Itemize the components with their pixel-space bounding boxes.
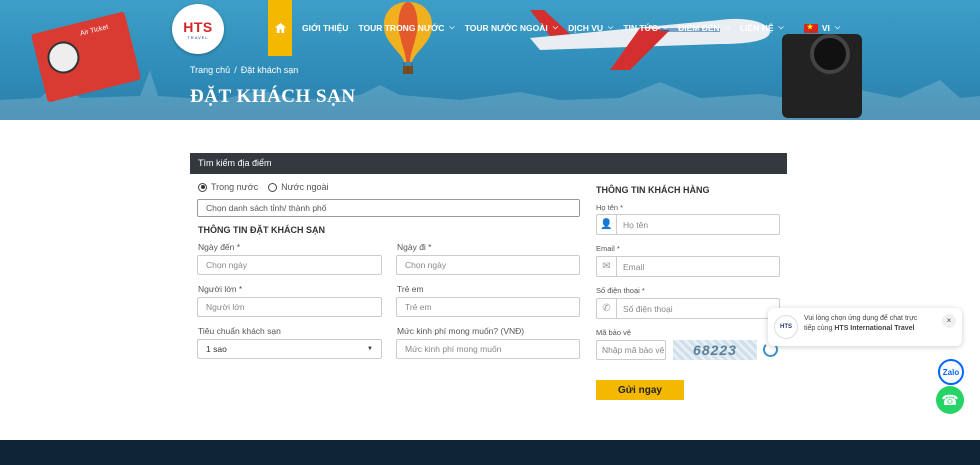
- children-label: Trẻ em: [397, 284, 424, 294]
- adults-input[interactable]: Người lớn: [197, 297, 382, 317]
- depart-date-label: Ngày đi *: [397, 242, 432, 252]
- zalo-chat-button[interactable]: Zalo: [938, 359, 964, 385]
- hotel-standard-label: Tiêu chuẩn khách sạn: [198, 326, 281, 336]
- name-placeholder: Họ tên: [623, 219, 649, 230]
- nav-item-dich-vu[interactable]: Dịch vụ ⌵: [568, 23, 613, 33]
- whatsapp-icon: ☎: [941, 391, 959, 408]
- ticket-stamp-graphic: [44, 38, 83, 77]
- nav-label: Liên hệ: [739, 23, 774, 33]
- chat-message-line1: Vui lòng chọn ứng dụng để chat trực: [804, 315, 918, 322]
- budget-placeholder: Mức kinh phí mong muốn: [405, 344, 502, 354]
- dropdown-arrow-icon: ▼: [367, 346, 373, 352]
- chat-prefix: tiếp cùng: [804, 325, 835, 332]
- footer-bar: [0, 440, 980, 465]
- nav-home-button[interactable]: [268, 0, 292, 56]
- submit-button[interactable]: Gửi ngay: [596, 380, 684, 400]
- logo-subtext: TRAVEL: [187, 34, 209, 40]
- breadcrumb-separator: /: [234, 65, 237, 75]
- budget-label: Mức kinh phí mong muốn? (VNĐ): [397, 326, 525, 336]
- ticket-text: Air Ticket: [79, 23, 110, 38]
- close-chat-button[interactable]: ×: [942, 314, 956, 328]
- location-type-radios: Trong nước Nước ngoài: [198, 182, 339, 192]
- nav-item-diem-den[interactable]: Điểm đến ⌵: [678, 23, 730, 33]
- name-input[interactable]: 👤 Họ tên: [596, 214, 780, 235]
- search-location-header: Tìm kiếm địa điểm: [190, 153, 787, 174]
- whatsapp-chat-button[interactable]: ☎: [936, 386, 964, 414]
- arrive-date-input[interactable]: Chọn ngày: [197, 255, 382, 275]
- breadcrumb-home-link[interactable]: Trang chủ: [190, 65, 230, 75]
- radio-domestic-label: Trong nước: [211, 182, 259, 192]
- arrive-date-placeholder: Chọn ngày: [206, 260, 248, 270]
- nav-item-gioi-thieu[interactable]: Giới thiệu: [302, 23, 348, 33]
- logo-text: HTS: [183, 18, 213, 35]
- chat-popup[interactable]: HTS Vui lòng chọn ứng dụng để chat trực …: [768, 308, 962, 346]
- phone-label: Số điện thoại *: [596, 286, 645, 295]
- chat-message-line2: tiếp cùng HTS International Travel: [804, 324, 938, 334]
- breadcrumb: Trang chủ / Đặt khách sạn: [190, 65, 298, 75]
- chevron-down-icon: ⌵: [449, 24, 455, 31]
- radio-foreign-label: Nước ngoài: [281, 182, 329, 192]
- home-icon: [274, 23, 286, 33]
- phone-input[interactable]: ✆ Số điện thoại: [596, 298, 780, 319]
- nav-label: Tin tức: [623, 23, 658, 33]
- depart-date-input[interactable]: Chọn ngày: [396, 255, 580, 275]
- language-switcher[interactable]: VI ⌵: [794, 23, 840, 33]
- nav-label: Tour trong nước: [358, 23, 445, 33]
- chevron-down-icon: ⌵: [834, 24, 841, 31]
- nav-item-tour-trong-nuoc[interactable]: Tour trong nước ⌵: [358, 23, 454, 33]
- nav-item-lien-he[interactable]: Liên hệ ⌵: [740, 23, 784, 33]
- nav-label: Giới thiệu: [302, 23, 349, 33]
- hero-banner: Air Ticket HTS TRAVEL Giới thiệu Tour tr…: [0, 0, 980, 120]
- hts-avatar: HTS: [774, 315, 798, 339]
- captcha-label: Mã bảo vệ: [596, 328, 632, 337]
- captcha-image: 68223: [673, 340, 757, 360]
- chat-brand: HTS International Travel: [834, 325, 915, 332]
- radio-foreign[interactable]: [268, 182, 278, 192]
- vietnam-flag-icon: [803, 23, 818, 33]
- adults-label: Người lớn *: [198, 284, 243, 294]
- chevron-down-icon: ⌵: [662, 24, 669, 31]
- radio-domestic[interactable]: [198, 182, 207, 192]
- email-placeholder: Email: [623, 261, 645, 272]
- nav-item-tour-nuoc-ngoai[interactable]: Tour nước ngoài ⌵: [465, 23, 558, 33]
- envelope-icon: ✉: [597, 257, 617, 276]
- chevron-down-icon: ⌵: [552, 24, 559, 31]
- page-title: ĐẶT KHÁCH SẠN: [190, 86, 356, 107]
- name-label: Họ tên *: [596, 203, 624, 212]
- email-label: Email *: [596, 244, 620, 253]
- arrive-date-label: Ngày đến *: [198, 242, 241, 252]
- booking-section-title: THÔNG TIN ĐẶT KHÁCH SẠN: [198, 225, 325, 235]
- language-label: VI: [821, 23, 830, 33]
- adults-placeholder: Người lớn: [206, 302, 245, 312]
- captcha-placeholder: Nhập mã bảo vệ: [602, 345, 665, 355]
- email-input[interactable]: ✉ Email: [596, 256, 780, 277]
- customer-section-title: THÔNG TIN KHÁCH HÀNG: [596, 185, 710, 195]
- breadcrumb-current: Đặt khách sạn: [240, 65, 299, 75]
- user-icon: 👤: [597, 215, 617, 234]
- hotel-standard-value: 1 sao: [206, 344, 227, 354]
- hotel-standard-select[interactable]: 1 sao ▼: [197, 339, 382, 359]
- captcha-input[interactable]: Nhập mã bảo vệ: [596, 340, 666, 360]
- chevron-down-icon: ⌵: [608, 24, 614, 31]
- phone-placeholder: Số điện thoại: [623, 303, 673, 314]
- children-placeholder: Trẻ em: [405, 302, 432, 312]
- children-input[interactable]: Trẻ em: [396, 297, 580, 317]
- nav-item-tin-tuc[interactable]: Tin tức ⌵: [623, 23, 668, 33]
- chevron-down-icon: ⌵: [724, 24, 730, 31]
- budget-input[interactable]: Mức kinh phí mong muốn: [396, 339, 580, 359]
- location-placeholder: Chọn danh sách tỉnh/ thành phố: [206, 203, 327, 213]
- nav-label: Dịch vụ: [568, 23, 604, 33]
- nav-label: Tour nước ngoài: [464, 23, 548, 33]
- main-nav: Giới thiệu Tour trong nước ⌵ Tour nước ng…: [268, 0, 840, 56]
- nav-label: Điểm đến: [678, 23, 720, 33]
- hts-logo[interactable]: HTS TRAVEL: [172, 4, 224, 54]
- chevron-down-icon: ⌵: [778, 24, 784, 31]
- phone-icon: ✆: [597, 299, 617, 318]
- location-select-input[interactable]: Chọn danh sách tỉnh/ thành phố: [197, 199, 580, 217]
- depart-date-placeholder: Chọn ngày: [405, 260, 447, 270]
